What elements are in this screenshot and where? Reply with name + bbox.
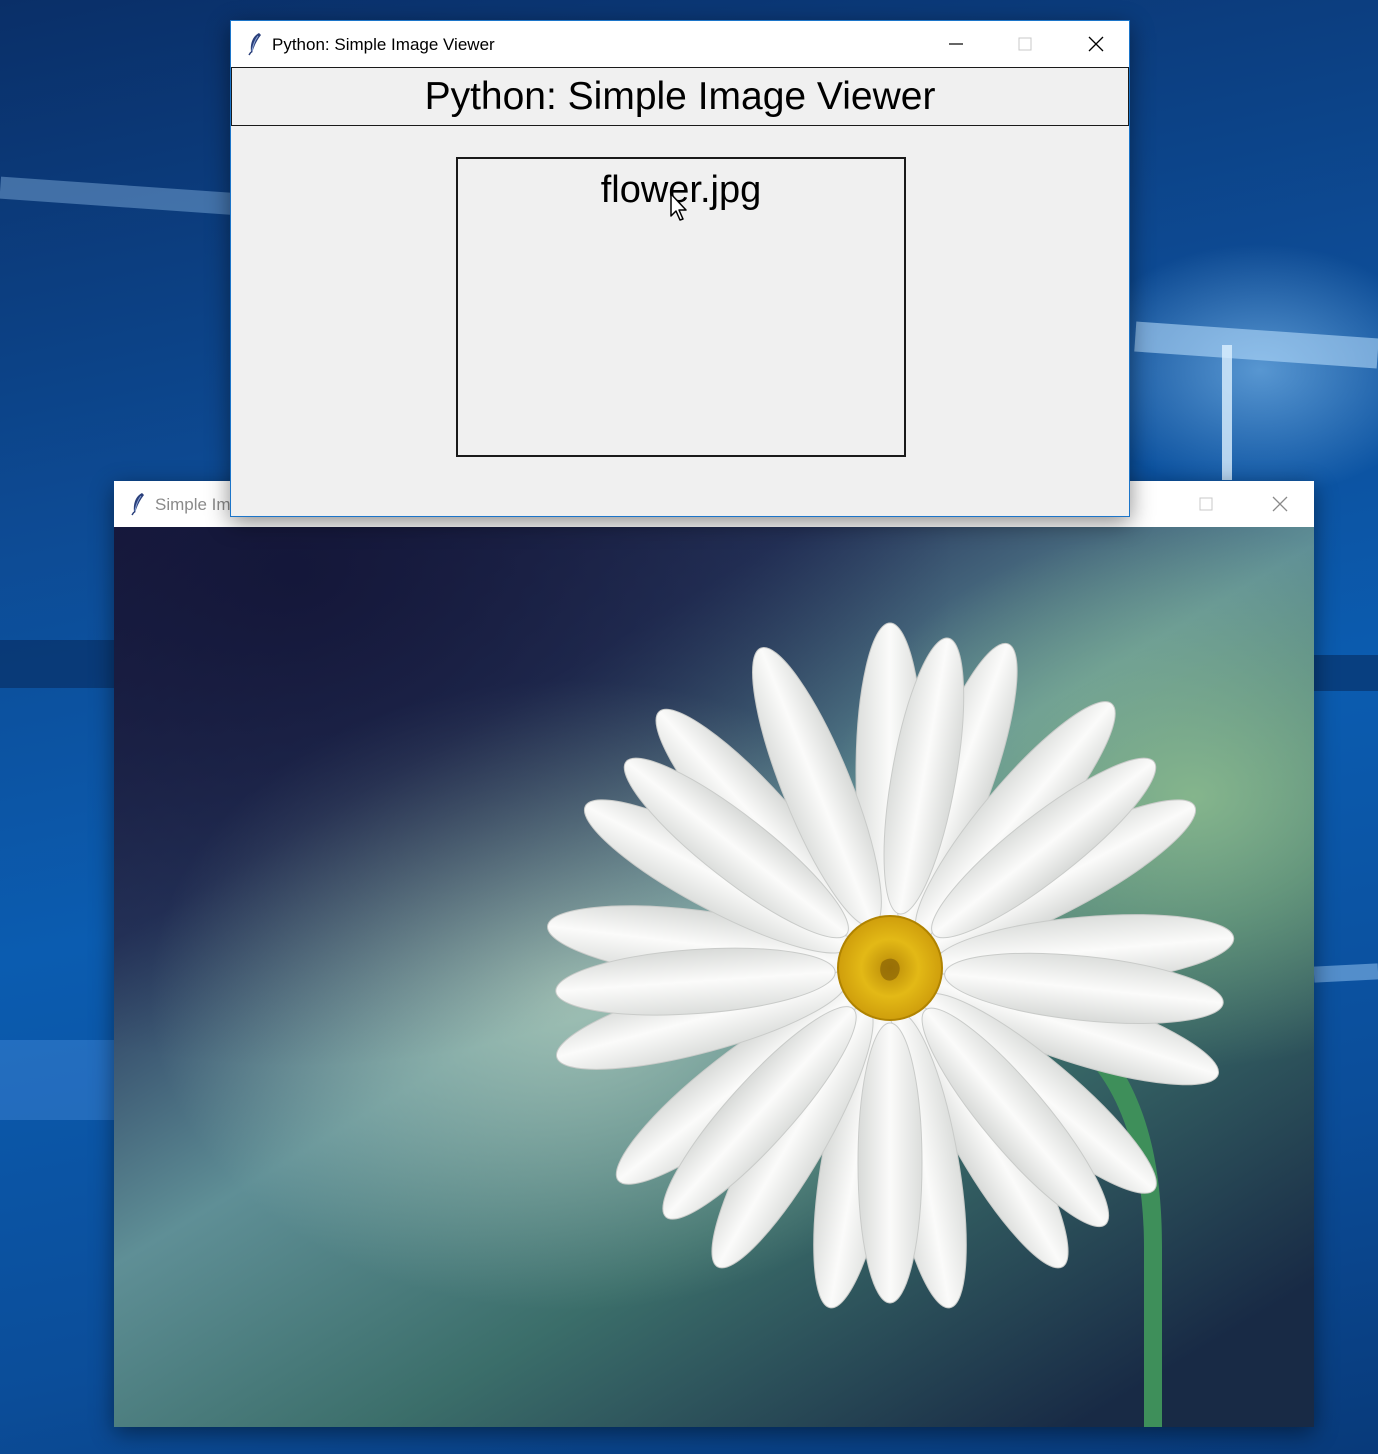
- mouse-cursor-icon: [670, 193, 687, 221]
- app-header-label: Python: Simple Image Viewer: [231, 67, 1129, 126]
- wallpaper-shadow-band: [1314, 655, 1378, 691]
- wallpaper-light-beam: [1134, 321, 1378, 369]
- close-button[interactable]: [1062, 21, 1130, 67]
- image-window[interactable]: Simple Im: [114, 481, 1314, 1427]
- wallpaper-light-beam: [0, 176, 241, 216]
- maximize-icon: [1199, 497, 1213, 511]
- window-title: Python: Simple Image Viewer: [272, 35, 495, 54]
- viewer-window[interactable]: Python: Simple Image Viewer Python: Simp…: [230, 20, 1130, 517]
- maximize-button[interactable]: [991, 21, 1059, 67]
- wallpaper-shadow-band: [0, 640, 120, 688]
- wallpaper-light-beam: [1313, 963, 1378, 983]
- maximize-icon: [1018, 37, 1032, 51]
- window-title: Simple Im: [155, 495, 231, 514]
- close-icon: [1088, 36, 1104, 52]
- viewer-window-titlebar[interactable]: Python: Simple Image Viewer: [231, 21, 1129, 67]
- wallpaper-light-beam: [0, 1040, 114, 1120]
- minimize-icon: [949, 43, 963, 45]
- flower-photo-drawing: [114, 527, 1314, 1427]
- feather-icon: [248, 33, 261, 56]
- minimize-button[interactable]: [922, 21, 990, 67]
- close-button[interactable]: [1246, 481, 1314, 527]
- wallpaper-light-beam: [1222, 345, 1232, 480]
- flower-image: [114, 527, 1314, 1427]
- feather-icon: [131, 493, 144, 516]
- maximize-button[interactable]: [1172, 481, 1240, 527]
- close-icon: [1272, 496, 1288, 512]
